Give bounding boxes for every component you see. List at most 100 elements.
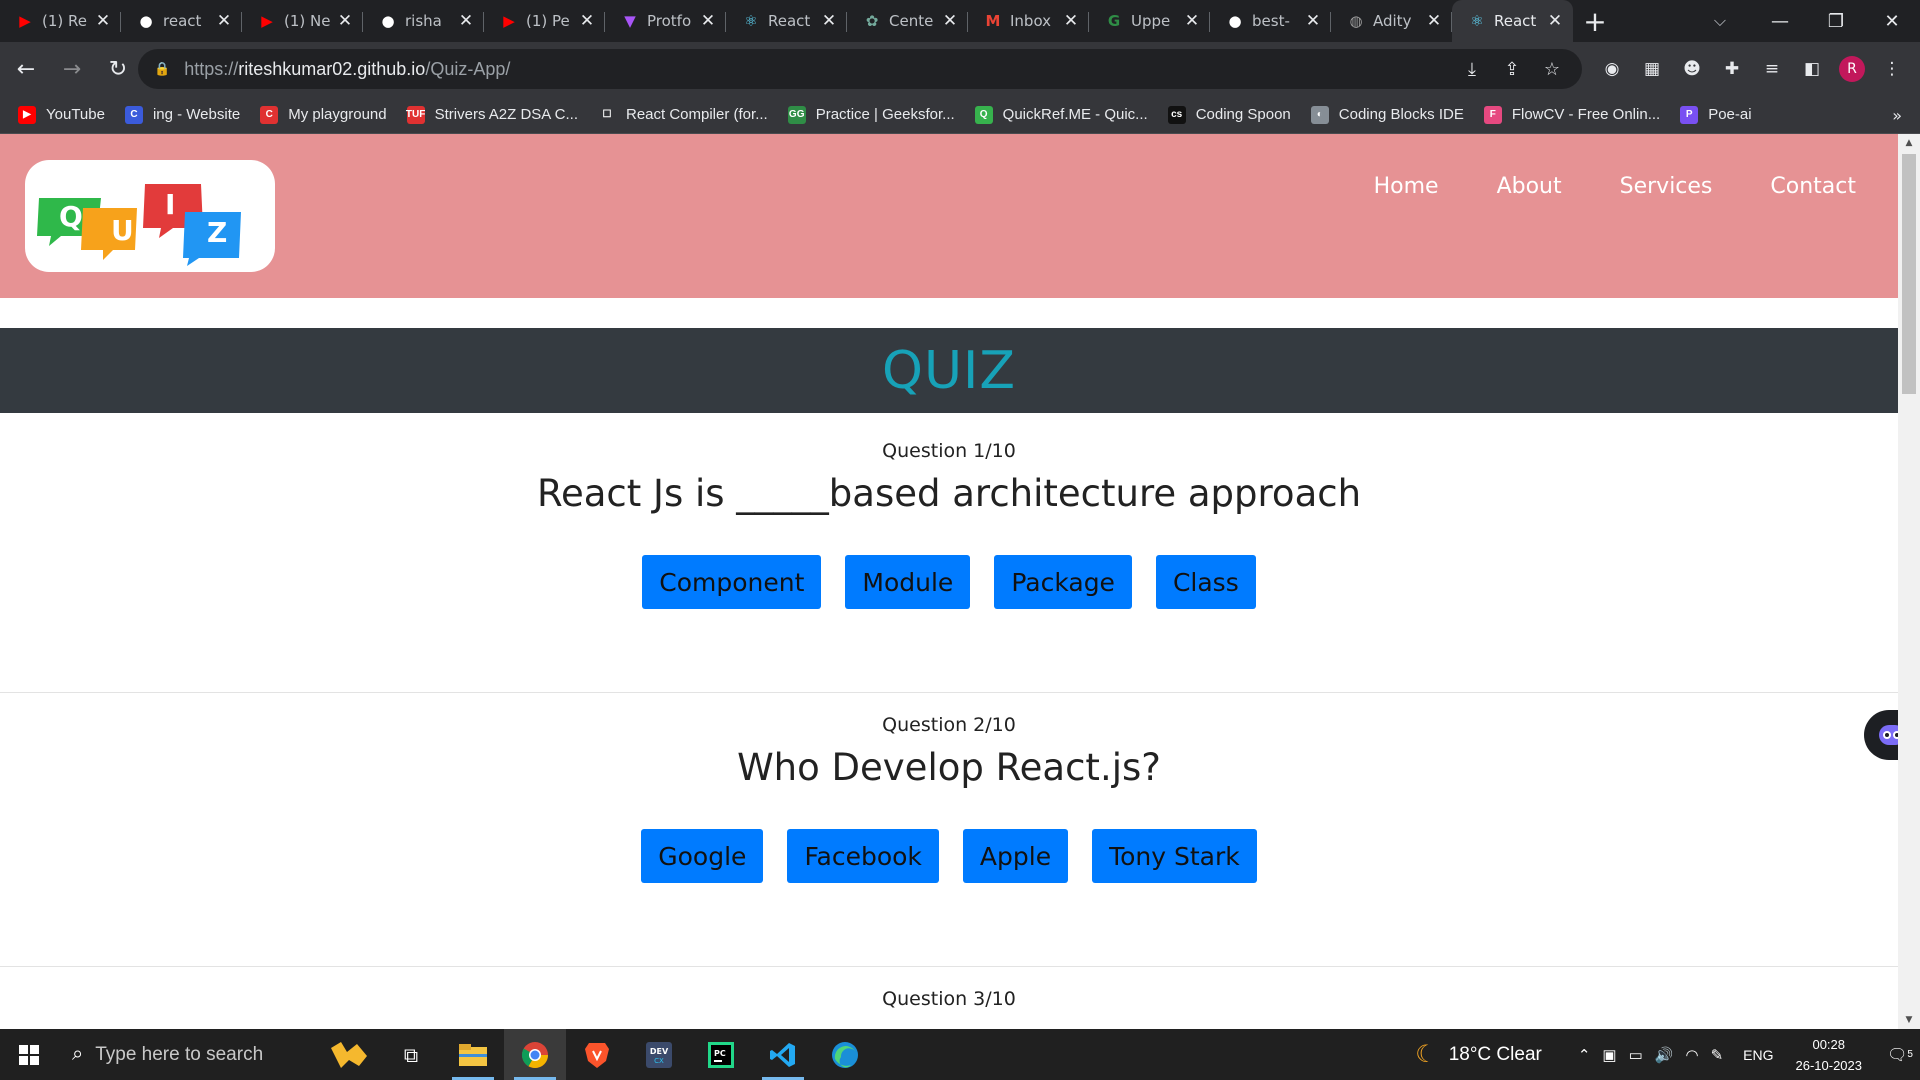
browser-tab[interactable]: M Inbox ✕ bbox=[968, 0, 1089, 42]
profile-avatar[interactable]: R bbox=[1839, 56, 1865, 82]
forward-icon[interactable]: → bbox=[52, 49, 92, 89]
browser-tab[interactable]: ⚛ React ✕ bbox=[726, 0, 847, 42]
bookmark-item[interactable]: cs Coding Spoon bbox=[1167, 105, 1291, 124]
browser-tab[interactable]: ● risha ✕ bbox=[363, 0, 484, 42]
answer-option-button[interactable]: Class bbox=[1155, 555, 1256, 609]
taskbar-search[interactable]: ⌕ Type here to search bbox=[58, 1029, 316, 1080]
browser-tab[interactable]: G Uppe ✕ bbox=[1089, 0, 1210, 42]
language-indicator[interactable]: ENG bbox=[1743, 1047, 1773, 1063]
browser-tab[interactable]: ⚛ React ✕ bbox=[1452, 0, 1573, 42]
nav-link-services[interactable]: Services bbox=[1620, 174, 1713, 199]
bookmark-item[interactable]: GG Practice | Geeksfor... bbox=[787, 105, 955, 124]
bookmark-item[interactable]: Q QuickRef.ME - Quic... bbox=[974, 105, 1148, 124]
bookmark-item[interactable]: ◐ Coding Blocks IDE bbox=[1310, 105, 1464, 124]
browser-tab[interactable]: ● best- ✕ bbox=[1210, 0, 1331, 42]
close-tab-icon[interactable]: ✕ bbox=[456, 11, 476, 31]
back-icon[interactable]: ← bbox=[6, 49, 46, 89]
more-bookmarks-icon[interactable]: » bbox=[1892, 96, 1902, 134]
search-highlight-icon[interactable] bbox=[318, 1029, 380, 1080]
clock[interactable]: 00:28 26-10-2023 bbox=[1796, 1034, 1863, 1076]
answer-option-button[interactable]: Google bbox=[641, 829, 764, 883]
menu-kebab-icon[interactable]: ⋮ bbox=[1872, 49, 1912, 89]
answer-option-button[interactable]: Apple bbox=[962, 829, 1069, 883]
weather-widget[interactable]: ☾ 18°C Clear bbox=[1415, 1040, 1542, 1069]
tabs-extension-icon[interactable]: ▦ bbox=[1632, 49, 1672, 89]
close-tab-icon[interactable]: ✕ bbox=[940, 11, 960, 31]
install-app-icon[interactable]: ⤓ bbox=[1452, 59, 1492, 80]
pen-icon[interactable]: ✎ bbox=[1711, 1046, 1724, 1064]
new-tab-icon[interactable]: + bbox=[1573, 0, 1617, 42]
devcx-icon[interactable]: DEV CX bbox=[628, 1029, 690, 1080]
answer-option-button[interactable]: Package bbox=[994, 555, 1132, 609]
browser-tab[interactable]: ▶ (1) Pe ✕ bbox=[484, 0, 605, 42]
browser-tab[interactable]: ◍ Adity ✕ bbox=[1331, 0, 1452, 42]
task-view-icon[interactable]: ⧉ bbox=[380, 1029, 442, 1080]
file-explorer-icon[interactable] bbox=[442, 1029, 504, 1080]
answer-option-button[interactable]: Facebook bbox=[787, 829, 939, 883]
cursor-extension-icon[interactable]: ◉ bbox=[1592, 49, 1632, 89]
close-tab-icon[interactable]: ✕ bbox=[819, 11, 839, 31]
answer-option-button[interactable]: Component bbox=[642, 555, 822, 609]
scroll-up-icon[interactable]: ▲ bbox=[1898, 134, 1920, 152]
close-tab-icon[interactable]: ✕ bbox=[1182, 11, 1202, 31]
restore-icon[interactable]: ❐ bbox=[1808, 0, 1864, 42]
nav-link-contact[interactable]: Contact bbox=[1770, 174, 1856, 199]
brave-icon[interactable] bbox=[566, 1029, 628, 1080]
lock-icon[interactable]: 🔒 bbox=[154, 62, 170, 77]
browser-tab[interactable]: ▶ (1) Re ✕ bbox=[0, 0, 121, 42]
show-hidden-icons[interactable]: ⌃ bbox=[1578, 1046, 1591, 1064]
bot-extension-icon[interactable]: ☻ bbox=[1672, 49, 1712, 89]
edge-icon[interactable] bbox=[814, 1029, 876, 1080]
tab-search-icon[interactable]: ⌵ bbox=[1692, 0, 1748, 42]
quiz-title: QUIZ bbox=[882, 340, 1016, 401]
close-window-icon[interactable]: ✕ bbox=[1864, 0, 1920, 42]
bookmark-item[interactable]: P Poe-ai bbox=[1680, 105, 1752, 124]
windows-start-icon[interactable] bbox=[0, 1029, 58, 1080]
close-tab-icon[interactable]: ✕ bbox=[1424, 11, 1444, 31]
browser-tab[interactable]: ▼ Protfo ✕ bbox=[605, 0, 726, 42]
address-bar[interactable]: 🔒 https://riteshkumar02.github.io/Quiz-A… bbox=[138, 49, 1582, 89]
close-tab-icon[interactable]: ✕ bbox=[335, 11, 355, 31]
volume-icon[interactable]: 🔊 bbox=[1655, 1046, 1674, 1064]
bookmark-item[interactable]: TUF Strivers A2Z DSA C... bbox=[406, 105, 578, 124]
nav-link-home[interactable]: Home bbox=[1374, 174, 1439, 199]
browser-tab[interactable]: ● react ✕ bbox=[121, 0, 242, 42]
answer-option-button[interactable]: Module bbox=[845, 555, 971, 609]
media-control-icon[interactable]: ≡ bbox=[1752, 49, 1792, 89]
reload-icon[interactable]: ↻ bbox=[98, 49, 138, 89]
answer-option-button[interactable]: Tony Stark bbox=[1092, 829, 1257, 883]
bookmark-item[interactable]: C My playground bbox=[260, 105, 387, 124]
side-panel-icon[interactable]: ◧ bbox=[1792, 49, 1832, 89]
close-tab-icon[interactable]: ✕ bbox=[93, 11, 113, 31]
close-tab-icon[interactable]: ✕ bbox=[1061, 11, 1081, 31]
nav-link-about[interactable]: About bbox=[1497, 174, 1562, 199]
vscode-icon[interactable] bbox=[752, 1029, 814, 1080]
close-tab-icon[interactable]: ✕ bbox=[698, 11, 718, 31]
scroll-thumb[interactable] bbox=[1902, 154, 1916, 394]
react-icon: ⚛ bbox=[744, 12, 758, 30]
bookmark-item[interactable]: ☐ React Compiler (for... bbox=[597, 105, 768, 124]
close-tab-icon[interactable]: ✕ bbox=[1303, 11, 1323, 31]
meet-now-icon[interactable]: ▣ bbox=[1602, 1046, 1616, 1064]
wifi-icon[interactable]: ◠ bbox=[1685, 1046, 1698, 1064]
battery-icon[interactable]: ▭ bbox=[1629, 1046, 1643, 1064]
puzzle-extensions-icon[interactable]: ✚ bbox=[1712, 49, 1752, 89]
page-scrollbar[interactable]: ▲ ▼ bbox=[1898, 134, 1920, 1029]
close-tab-icon[interactable]: ✕ bbox=[214, 11, 234, 31]
clock-date: 26-10-2023 bbox=[1795, 1057, 1863, 1073]
close-tab-icon[interactable]: ✕ bbox=[577, 11, 597, 31]
close-tab-icon[interactable]: ✕ bbox=[1545, 11, 1565, 31]
bookmark-item[interactable]: Cing - Website bbox=[124, 105, 240, 124]
chrome-icon[interactable] bbox=[504, 1029, 566, 1080]
minimize-icon[interactable]: — bbox=[1752, 0, 1808, 42]
bookmark-item[interactable]: ▶ YouTube bbox=[18, 105, 105, 124]
browser-tab[interactable]: ▶ (1) Ne ✕ bbox=[242, 0, 363, 42]
bookmark-star-icon[interactable]: ☆ bbox=[1532, 59, 1572, 80]
share-icon[interactable]: ⇪ bbox=[1492, 59, 1532, 80]
pycharm-icon[interactable]: PC bbox=[690, 1029, 752, 1080]
notification-center-icon[interactable]: 🗨 5 bbox=[1880, 1029, 1920, 1080]
quiz-logo[interactable]: QUIZ bbox=[25, 160, 275, 272]
scroll-down-icon[interactable]: ▼ bbox=[1898, 1011, 1920, 1029]
browser-tab[interactable]: ✿ Cente ✕ bbox=[847, 0, 968, 42]
bookmark-item[interactable]: F FlowCV - Free Onlin... bbox=[1483, 105, 1660, 124]
